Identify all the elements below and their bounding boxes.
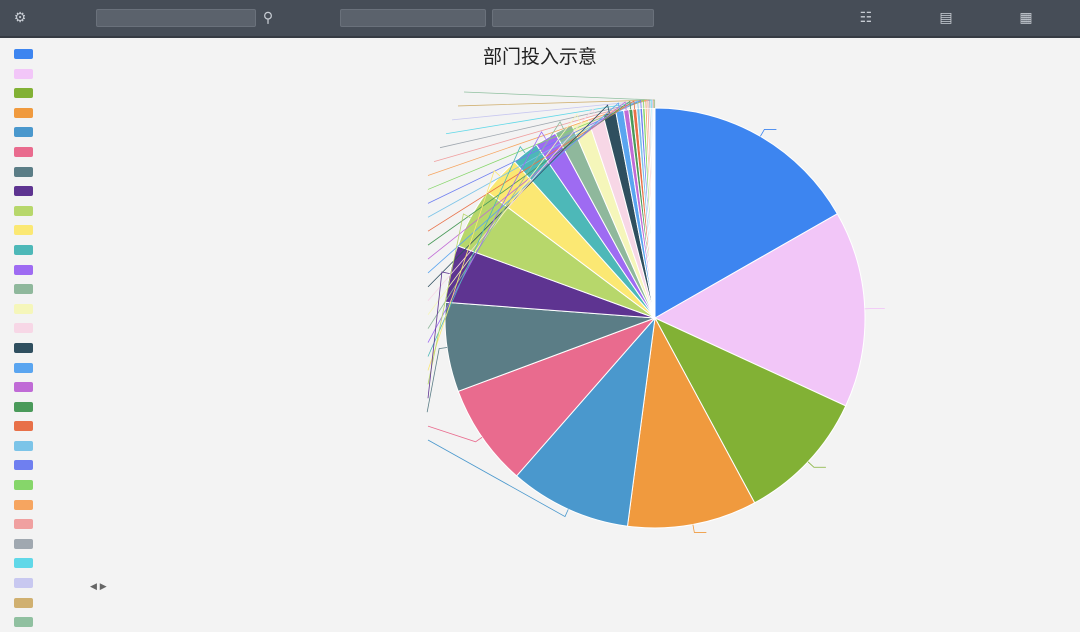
label-line — [808, 462, 826, 467]
label-line — [428, 426, 482, 442]
pie-slice[interactable] — [654, 108, 655, 318]
legend-swatch — [14, 617, 33, 627]
legend-item[interactable] — [14, 593, 264, 613]
label-line — [693, 525, 706, 533]
legend-item[interactable] — [14, 612, 264, 632]
pie-chart — [0, 0, 1080, 592]
label-line — [760, 129, 776, 136]
legend-swatch — [14, 598, 33, 608]
